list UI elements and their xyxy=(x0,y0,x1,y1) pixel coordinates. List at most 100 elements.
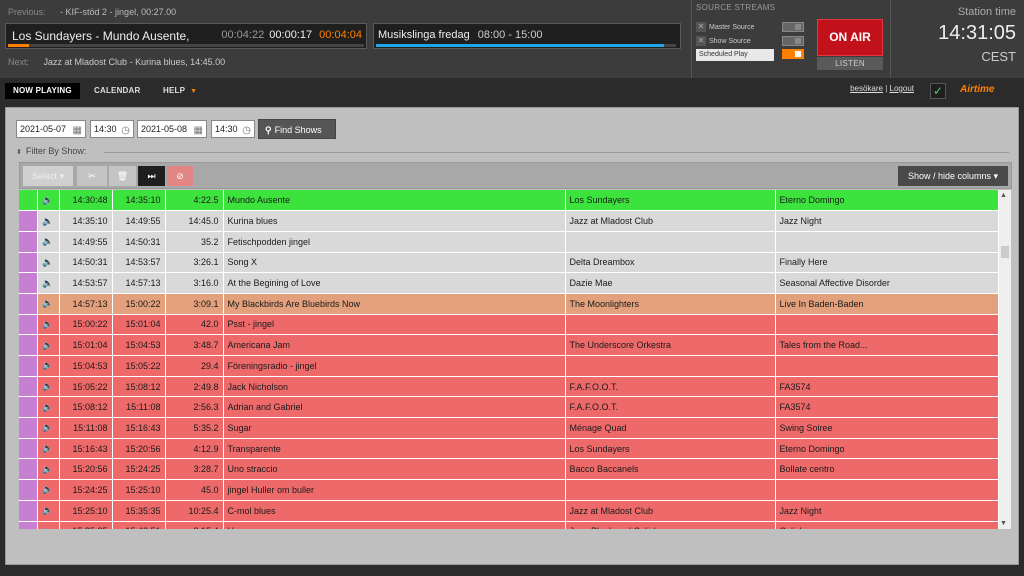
speaker-icon[interactable]: 🔈 xyxy=(37,210,60,232)
table-row[interactable]: 🔈 14:53:57 14:57:13 3:16.0 At the Begining o… xyxy=(19,272,999,294)
speaker-icon[interactable]: 🔈 xyxy=(37,500,60,522)
table-row[interactable]: 🔈 15:25:10 15:35:35 10:25.4 C-mol blues Jazz … xyxy=(19,500,999,522)
table-row[interactable]: 🔈15:35:3515:43:518:15.4HumorJose Plank a… xyxy=(19,521,999,529)
speaker-icon[interactable]: 🔈 xyxy=(37,396,60,419)
find-shows-button[interactable]: ⚲ Find Shows xyxy=(258,119,336,139)
end-time-cell: 15:05:22 xyxy=(112,355,166,377)
table-row[interactable]: 🔈 14:30:48 14:35:10 4:22.5 Mundo Ausente Los … xyxy=(19,190,999,212)
speaker-icon[interactable]: 🔈 xyxy=(37,190,60,212)
table-row[interactable]: 🔈 14:35:10 14:49:55 14:45.0 Kurina blues Jazz… xyxy=(19,210,999,232)
show-source-switch[interactable] xyxy=(782,36,804,46)
playlist-table: 🔈 14:30:48 14:35:10 4:22.5 Mundo Ausente Los … xyxy=(19,190,1012,529)
row-color-bar xyxy=(19,190,38,212)
scroll-thumb[interactable] xyxy=(1001,246,1009,258)
title-cell: At the Begining of Love xyxy=(223,272,566,294)
nav-now-playing[interactable]: NOW PLAYING xyxy=(5,83,80,99)
nav-help[interactable]: HELP ▼ xyxy=(155,83,205,99)
scissors-icon[interactable]: ✂ xyxy=(77,166,107,186)
length-cell: 10:25.4 xyxy=(165,500,224,522)
start-time-cell: 15:25:10 xyxy=(59,500,113,522)
speaker-icon[interactable]: 🔈 xyxy=(37,293,60,315)
speaker-icon[interactable]: 🔈 xyxy=(37,458,60,481)
scroll-up-icon[interactable]: ▲ xyxy=(1000,192,1007,199)
logout-link[interactable]: Logout xyxy=(890,84,914,93)
length-cell: 45.0 xyxy=(165,479,224,501)
start-time-cell: 14:57:13 xyxy=(59,293,113,315)
speaker-icon[interactable]: 🔈 xyxy=(37,314,60,336)
filter-by-show[interactable]: ⬍ Filter By Show: xyxy=(16,146,1011,156)
table-row[interactable]: 🔈 15:24:25 15:25:10 45.0 jingel Huller om bu… xyxy=(19,479,999,501)
nav-help-label: HELP xyxy=(163,86,186,95)
track-times: 00:04:22 00:00:17 00:04:04 xyxy=(221,29,362,41)
row-color-bar xyxy=(19,314,38,336)
title-cell: Transparente xyxy=(223,438,566,460)
master-source-switch[interactable] xyxy=(782,22,804,32)
length-cell: 3:48.7 xyxy=(165,334,224,356)
end-time-input[interactable]: 14:30 ◷ xyxy=(211,120,255,138)
title-cell: Föreningsradio - jingel xyxy=(223,355,566,377)
table-row[interactable]: 🔈 15:01:04 15:04:53 3:48.7 Americana Jam The … xyxy=(19,334,999,356)
speaker-icon[interactable]: 🔈 xyxy=(37,521,60,529)
speaker-icon[interactable]: 🔈 xyxy=(37,334,60,356)
table-row[interactable]: 🔈 15:11:08 15:16:43 5:35.2 Sugar Ménage Quad S… xyxy=(19,417,999,439)
start-time-cell: 14:50:31 xyxy=(59,252,113,274)
table-row[interactable]: 🔈 14:50:31 14:53:57 3:26.1 Song X Delta Dream… xyxy=(19,252,999,274)
scheduled-play-switch[interactable] xyxy=(782,49,804,59)
row-color-bar xyxy=(19,417,38,439)
creator-cell: Los Sundayers xyxy=(565,190,776,212)
select-dropdown[interactable]: Select ▾ xyxy=(23,166,73,186)
user-link[interactable]: besökare xyxy=(850,84,883,93)
vertical-scrollbar[interactable]: ▲ ▼ xyxy=(999,190,1011,529)
start-time-input[interactable]: 14:30 ◷ xyxy=(90,120,134,138)
album-cell xyxy=(775,314,999,336)
speaker-icon[interactable]: 🔈 xyxy=(37,272,60,294)
speaker-icon[interactable]: 🔈 xyxy=(37,231,60,253)
table-row[interactable]: 🔈 15:00:22 15:01:04 42.0 Psst - jingel xyxy=(19,314,999,336)
title-cell: Fetischpodden jingel xyxy=(223,231,566,253)
listen-button[interactable]: LISTEN xyxy=(817,57,883,70)
start-time-cell: 15:11:08 xyxy=(59,417,113,439)
row-color-bar xyxy=(19,272,38,294)
scroll-down-icon[interactable]: ▼ xyxy=(1000,520,1007,527)
show-hide-columns-button[interactable]: Show / hide columns ▾ xyxy=(898,166,1008,186)
station-clock: Station time 14:31:05 CEST xyxy=(890,0,1024,78)
master-source-label: Master Source xyxy=(709,24,755,31)
speaker-icon[interactable]: 🔈 xyxy=(37,438,60,460)
speaker-icon[interactable]: 🔈 xyxy=(37,252,60,274)
speaker-icon[interactable]: 🔈 xyxy=(37,479,60,501)
table-row[interactable]: 🔈 14:57:13 15:00:22 3:09.1 My Blackbirds Are… xyxy=(19,293,999,315)
close-icon[interactable]: ✕ xyxy=(696,22,706,32)
title-cell: Kurina blues xyxy=(223,210,566,232)
chevron-down-icon: ▼ xyxy=(190,88,198,95)
row-color-bar xyxy=(19,396,38,419)
close-icon[interactable]: ✕ xyxy=(696,36,706,46)
table-row[interactable]: 🔈 15:05:22 15:08:12 2:49.8 Jack Nicholson F.A… xyxy=(19,376,999,398)
table-row[interactable]: 🔈 14:49:55 14:50:31 35.2 Fetischpodden jinge… xyxy=(19,231,999,253)
track-progress-bar xyxy=(8,44,364,47)
previous-label: Previous: xyxy=(8,7,46,17)
speaker-icon[interactable]: 🔈 xyxy=(37,417,60,439)
start-time-cell: 14:53:57 xyxy=(59,272,113,294)
nav-calendar[interactable]: CALENDAR xyxy=(86,83,149,99)
creator-cell xyxy=(565,479,776,501)
check-icon[interactable]: ✓ xyxy=(930,83,946,99)
clock-icon: ◷ xyxy=(121,125,130,136)
speaker-icon[interactable]: 🔈 xyxy=(37,376,60,398)
start-date-input[interactable]: 2021-05-07 ▦ xyxy=(16,120,86,138)
row-color-bar xyxy=(19,252,38,274)
album-cell xyxy=(775,479,999,501)
speaker-icon[interactable]: 🔈 xyxy=(37,355,60,377)
show-name: Musikslinga fredag xyxy=(378,29,470,41)
end-date-input[interactable]: 2021-05-08 ▦ xyxy=(137,120,207,138)
album-cell: Eterno Domingo xyxy=(775,190,999,212)
skip-icon[interactable]: ⏭ xyxy=(138,166,165,186)
previous-value: - KIF-stöd 2 - jingel, 00:27.00 xyxy=(60,7,177,17)
table-row[interactable]: 🔈 15:20:56 15:24:25 3:28.7 Uno straccio Bacco… xyxy=(19,458,999,481)
table-row[interactable]: 🔈 15:04:53 15:05:22 29.4 Föreningsradio - ji… xyxy=(19,355,999,377)
end-time-cell: 15:25:10 xyxy=(112,479,166,501)
table-row[interactable]: 🔈 15:16:43 15:20:56 4:12.9 Transparente Los S… xyxy=(19,438,999,460)
trash-icon[interactable]: 🗑 xyxy=(109,166,136,186)
table-row[interactable]: 🔈 15:08:12 15:11:08 2:56.3 Adrian and Gabrie… xyxy=(19,396,999,419)
cancel-icon[interactable]: ⊘ xyxy=(167,166,193,186)
title-cell: Song X xyxy=(223,252,566,274)
